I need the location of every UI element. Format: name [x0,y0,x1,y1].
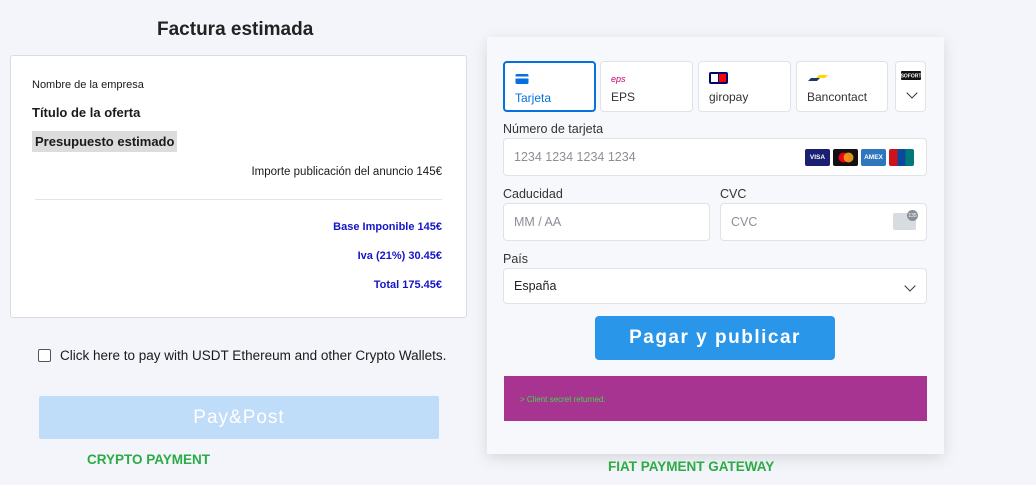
cvc-card-icon: 135 [893,210,918,230]
country-label: País [503,252,529,266]
invoice-title: Factura estimada [157,19,314,40]
method-tab-more[interactable]: SOFORT [895,61,926,112]
country-value: España [514,279,557,293]
crypto-checkbox-label[interactable]: Click here to pay with USDT Ethereum and… [60,348,446,363]
invoice-card: Nombre de la empresa Título de la oferta… [10,55,467,318]
iva-amount: Iva (21%) 30.45€ [357,250,442,262]
company-name: Nombre de la empresa [32,79,144,91]
card-icon [515,74,529,84]
crypto-checkbox-row[interactable]: Click here to pay with USDT Ethereum and… [38,348,446,363]
pay-publish-button[interactable]: Pagar y publicar [595,316,835,360]
payment-panel: Tarjeta eps EPS giropay Bancontact SOFOR… [487,37,944,454]
base-amount: Base Imponible 145€ [333,221,442,233]
method-label: Tarjeta [515,91,552,105]
total-amount: Total 175.45€ [373,279,442,291]
svg-text:SOFORT: SOFORT [901,74,921,80]
method-tab-card[interactable]: Tarjeta [503,61,596,112]
unionpay-icon [889,149,914,166]
crypto-section-label: CRYPTO PAYMENT [87,452,211,467]
method-label: EPS [611,90,636,104]
bancontact-icon [808,75,828,81]
pay-post-button[interactable]: Pay&Post [39,396,439,439]
cvc-placeholder: CVC [731,215,758,229]
sofort-icon: SOFORT [901,71,921,80]
svg-text:eps: eps [611,74,626,84]
chevron-down-icon[interactable] [906,87,918,99]
fiat-section-label: FIAT PAYMENT GATEWAY [608,459,775,474]
method-tab-eps[interactable]: eps EPS [600,61,693,112]
budget-label: Presupuesto estimado [32,131,178,152]
giropay-icon [709,72,728,84]
method-tab-giropay[interactable]: giropay [698,61,791,112]
chevron-down-icon [904,280,916,292]
offer-title: Título de la oferta [32,105,141,120]
ad-import-line: Importe publicación del anuncio 145€ [251,166,442,178]
crypto-checkbox[interactable] [38,349,51,362]
visa-icon: VISA [805,149,830,166]
cvc-label: CVC [720,187,747,201]
invoice-divider [35,199,442,200]
cvc-input[interactable]: CVC 135 [720,203,927,241]
method-label: giropay [709,90,749,104]
mastercard-icon [833,149,858,166]
card-number-input[interactable]: 1234 1234 1234 1234 VISA AMEX [503,138,927,176]
method-label: Bancontact [807,90,868,104]
amex-icon: AMEX [861,149,886,166]
method-tab-bancontact[interactable]: Bancontact [796,61,888,112]
cvc-badge: 135 [907,210,918,221]
expiry-label: Caducidad [503,187,563,201]
card-number-label: Número de tarjeta [503,122,604,136]
status-console: > Client secret returned. [504,376,927,421]
card-brands: VISA AMEX [805,149,914,166]
country-select[interactable]: España [503,268,927,304]
eps-icon: eps [611,74,626,84]
expiry-input[interactable]: MM / AA [503,203,710,241]
